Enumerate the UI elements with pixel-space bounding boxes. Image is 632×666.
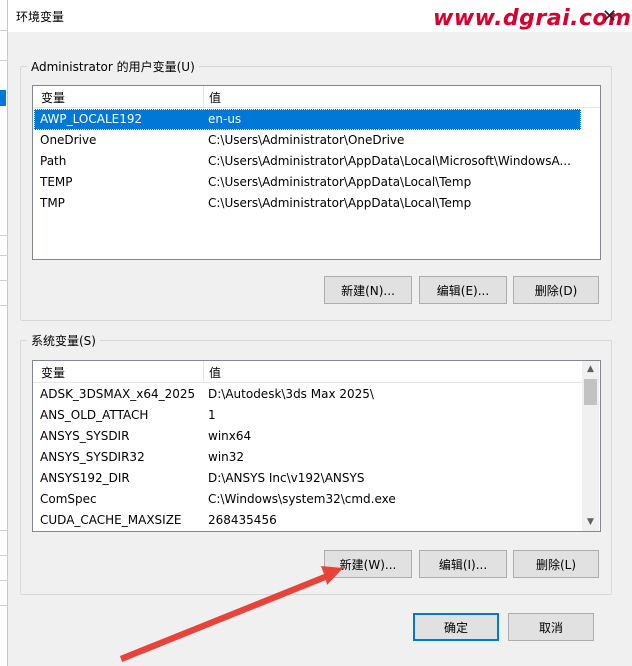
chevron-up-icon[interactable]: ▲ xyxy=(582,361,599,378)
system-variables-label: 系统变量(S) xyxy=(27,332,100,349)
variable-value: en-us xyxy=(208,112,242,126)
table-row[interactable]: ANSYS192_DIR D:\ANSYS Inc\v192\ANSYS xyxy=(34,468,581,489)
variable-value: C:\Users\Administrator\AppData\Local\Mic… xyxy=(208,154,571,168)
variable-name: ANS_OLD_ATTACH xyxy=(40,408,149,422)
table-row[interactable]: OneDrive C:\Users\Administrator\OneDrive xyxy=(34,130,581,151)
table-row[interactable]: AWP_LOCALE192 en-us xyxy=(34,109,581,130)
cancel-button[interactable]: 取消 xyxy=(508,613,594,641)
user-variables-label: Administrator 的用户变量(U) xyxy=(27,58,199,75)
column-header-variable[interactable]: 变量 xyxy=(41,364,65,381)
system-edit-button[interactable]: 编辑(I)... xyxy=(419,550,507,578)
scrollbar-thumb[interactable] xyxy=(584,379,597,405)
variable-value: C:\Users\Administrator\AppData\Local\Tem… xyxy=(208,175,472,189)
variable-name: TEMP xyxy=(40,175,73,189)
variable-value: C:\Users\Administrator\AppData\Local\Tem… xyxy=(208,196,472,210)
variable-name: ANSYS_SYSDIR xyxy=(40,429,130,443)
variable-value: D:\ANSYS Inc\v192\ANSYS xyxy=(208,471,365,485)
table-row[interactable]: ComSpec C:\Windows\system32\cmd.exe xyxy=(34,489,581,510)
vertical-scrollbar[interactable]: ▲ ▼ xyxy=(582,361,599,531)
column-header-value[interactable]: 值 xyxy=(209,364,221,381)
close-icon[interactable]: ✕ xyxy=(602,6,617,27)
variable-value: C:\Windows\system32\cmd.exe xyxy=(208,492,396,506)
system-variables-list[interactable]: 变量 值 ADSK_3DSMAX_x64_2025 D:\Autodesk\3ds… xyxy=(32,360,601,532)
background-window-strip xyxy=(0,0,8,666)
variable-value: win32 xyxy=(208,450,245,464)
variable-name: ComSpec xyxy=(40,492,97,506)
user-delete-button[interactable]: 删除(D) xyxy=(513,276,599,304)
variable-name: ANSYS_SYSDIR32 xyxy=(40,450,145,464)
table-row[interactable]: CUDA_CACHE_MAXSIZE 268435456 xyxy=(34,510,581,531)
variable-value: 268435456 xyxy=(208,513,277,527)
variable-name: TMP xyxy=(40,196,65,210)
system-new-button[interactable]: 新建(W)... xyxy=(324,550,412,578)
table-row[interactable]: Path C:\Users\Administrator\AppData\Local… xyxy=(34,151,581,172)
variable-value: winx64 xyxy=(208,429,252,443)
table-row[interactable]: ADSK_3DSMAX_x64_2025 D:\Autodesk\3ds Max … xyxy=(34,384,581,405)
user-edit-button[interactable]: 编辑(E)... xyxy=(419,276,507,304)
variable-value: D:\Autodesk\3ds Max 2025\ xyxy=(208,387,374,401)
table-row[interactable]: TEMP C:\Users\Administrator\AppData\Local… xyxy=(34,172,581,193)
user-list-header: 变量 值 xyxy=(33,86,600,108)
variable-name: AWP_LOCALE192 xyxy=(40,112,143,126)
variable-name: Path xyxy=(40,154,67,168)
title-bar: 环境变量 www.dgrai.com ✕ xyxy=(8,0,632,32)
variable-name: CUDA_CACHE_MAXSIZE xyxy=(40,513,182,527)
window-title: 环境变量 xyxy=(16,10,65,24)
table-row[interactable]: ANSYS_SYSDIR32 win32 xyxy=(34,447,581,468)
variable-name: ADSK_3DSMAX_x64_2025 xyxy=(40,387,196,401)
user-new-button[interactable]: 新建(N)... xyxy=(324,276,412,304)
user-variables-list[interactable]: 变量 值 AWP_LOCALE192 en-us OneDrive C:\Users\… xyxy=(32,85,601,260)
variable-name: OneDrive xyxy=(40,133,97,147)
table-row[interactable]: TMP C:\Users\Administrator\AppData\Local\… xyxy=(34,193,581,214)
chevron-down-icon[interactable]: ▼ xyxy=(582,514,599,531)
variable-value: C:\Users\Administrator\OneDrive xyxy=(208,133,405,147)
table-row[interactable]: ANS_OLD_ATTACH 1 xyxy=(34,405,581,426)
ok-button[interactable]: 确定 xyxy=(413,613,499,641)
system-list-header: 变量 值 xyxy=(33,361,582,383)
variable-name: ANSYS192_DIR xyxy=(40,471,130,485)
system-delete-button[interactable]: 删除(L) xyxy=(513,550,599,578)
column-header-variable[interactable]: 变量 xyxy=(41,89,65,106)
table-row[interactable]: ANSYS_SYSDIR winx64 xyxy=(34,426,581,447)
column-header-value[interactable]: 值 xyxy=(209,89,221,106)
background-selection-marker xyxy=(0,90,6,106)
variable-value: 1 xyxy=(208,408,216,422)
